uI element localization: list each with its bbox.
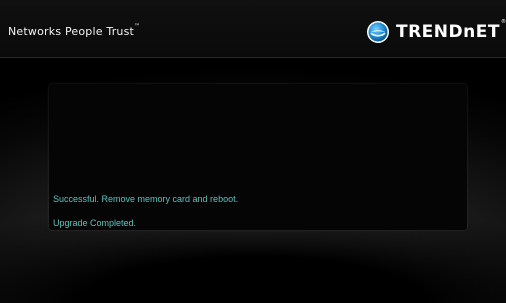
trendnet-globe-logo-icon bbox=[367, 21, 389, 43]
tagline: Networks People Trust™ bbox=[8, 23, 141, 38]
tagline-text: Networks People Trust bbox=[8, 25, 135, 38]
success-message: Successful. Remove memory card and reboo… bbox=[53, 194, 239, 204]
status-panel: Successful. Remove memory card and reboo… bbox=[49, 84, 467, 230]
header-bar: Networks People Trust™ TRENDnET ® bbox=[0, 0, 506, 58]
tagline-trademark: ™ bbox=[134, 23, 141, 30]
brand-trademark: ® bbox=[500, 19, 506, 25]
brand-logo: TRENDnET ® bbox=[366, 19, 506, 44]
upgrade-screen: Networks People Trust™ TRENDnET ® Succes… bbox=[0, 0, 506, 303]
upgrade-completed-message: Upgrade Completed. bbox=[53, 218, 137, 228]
header-divider bbox=[0, 57, 506, 58]
brand-name: TRENDnET bbox=[396, 22, 500, 42]
